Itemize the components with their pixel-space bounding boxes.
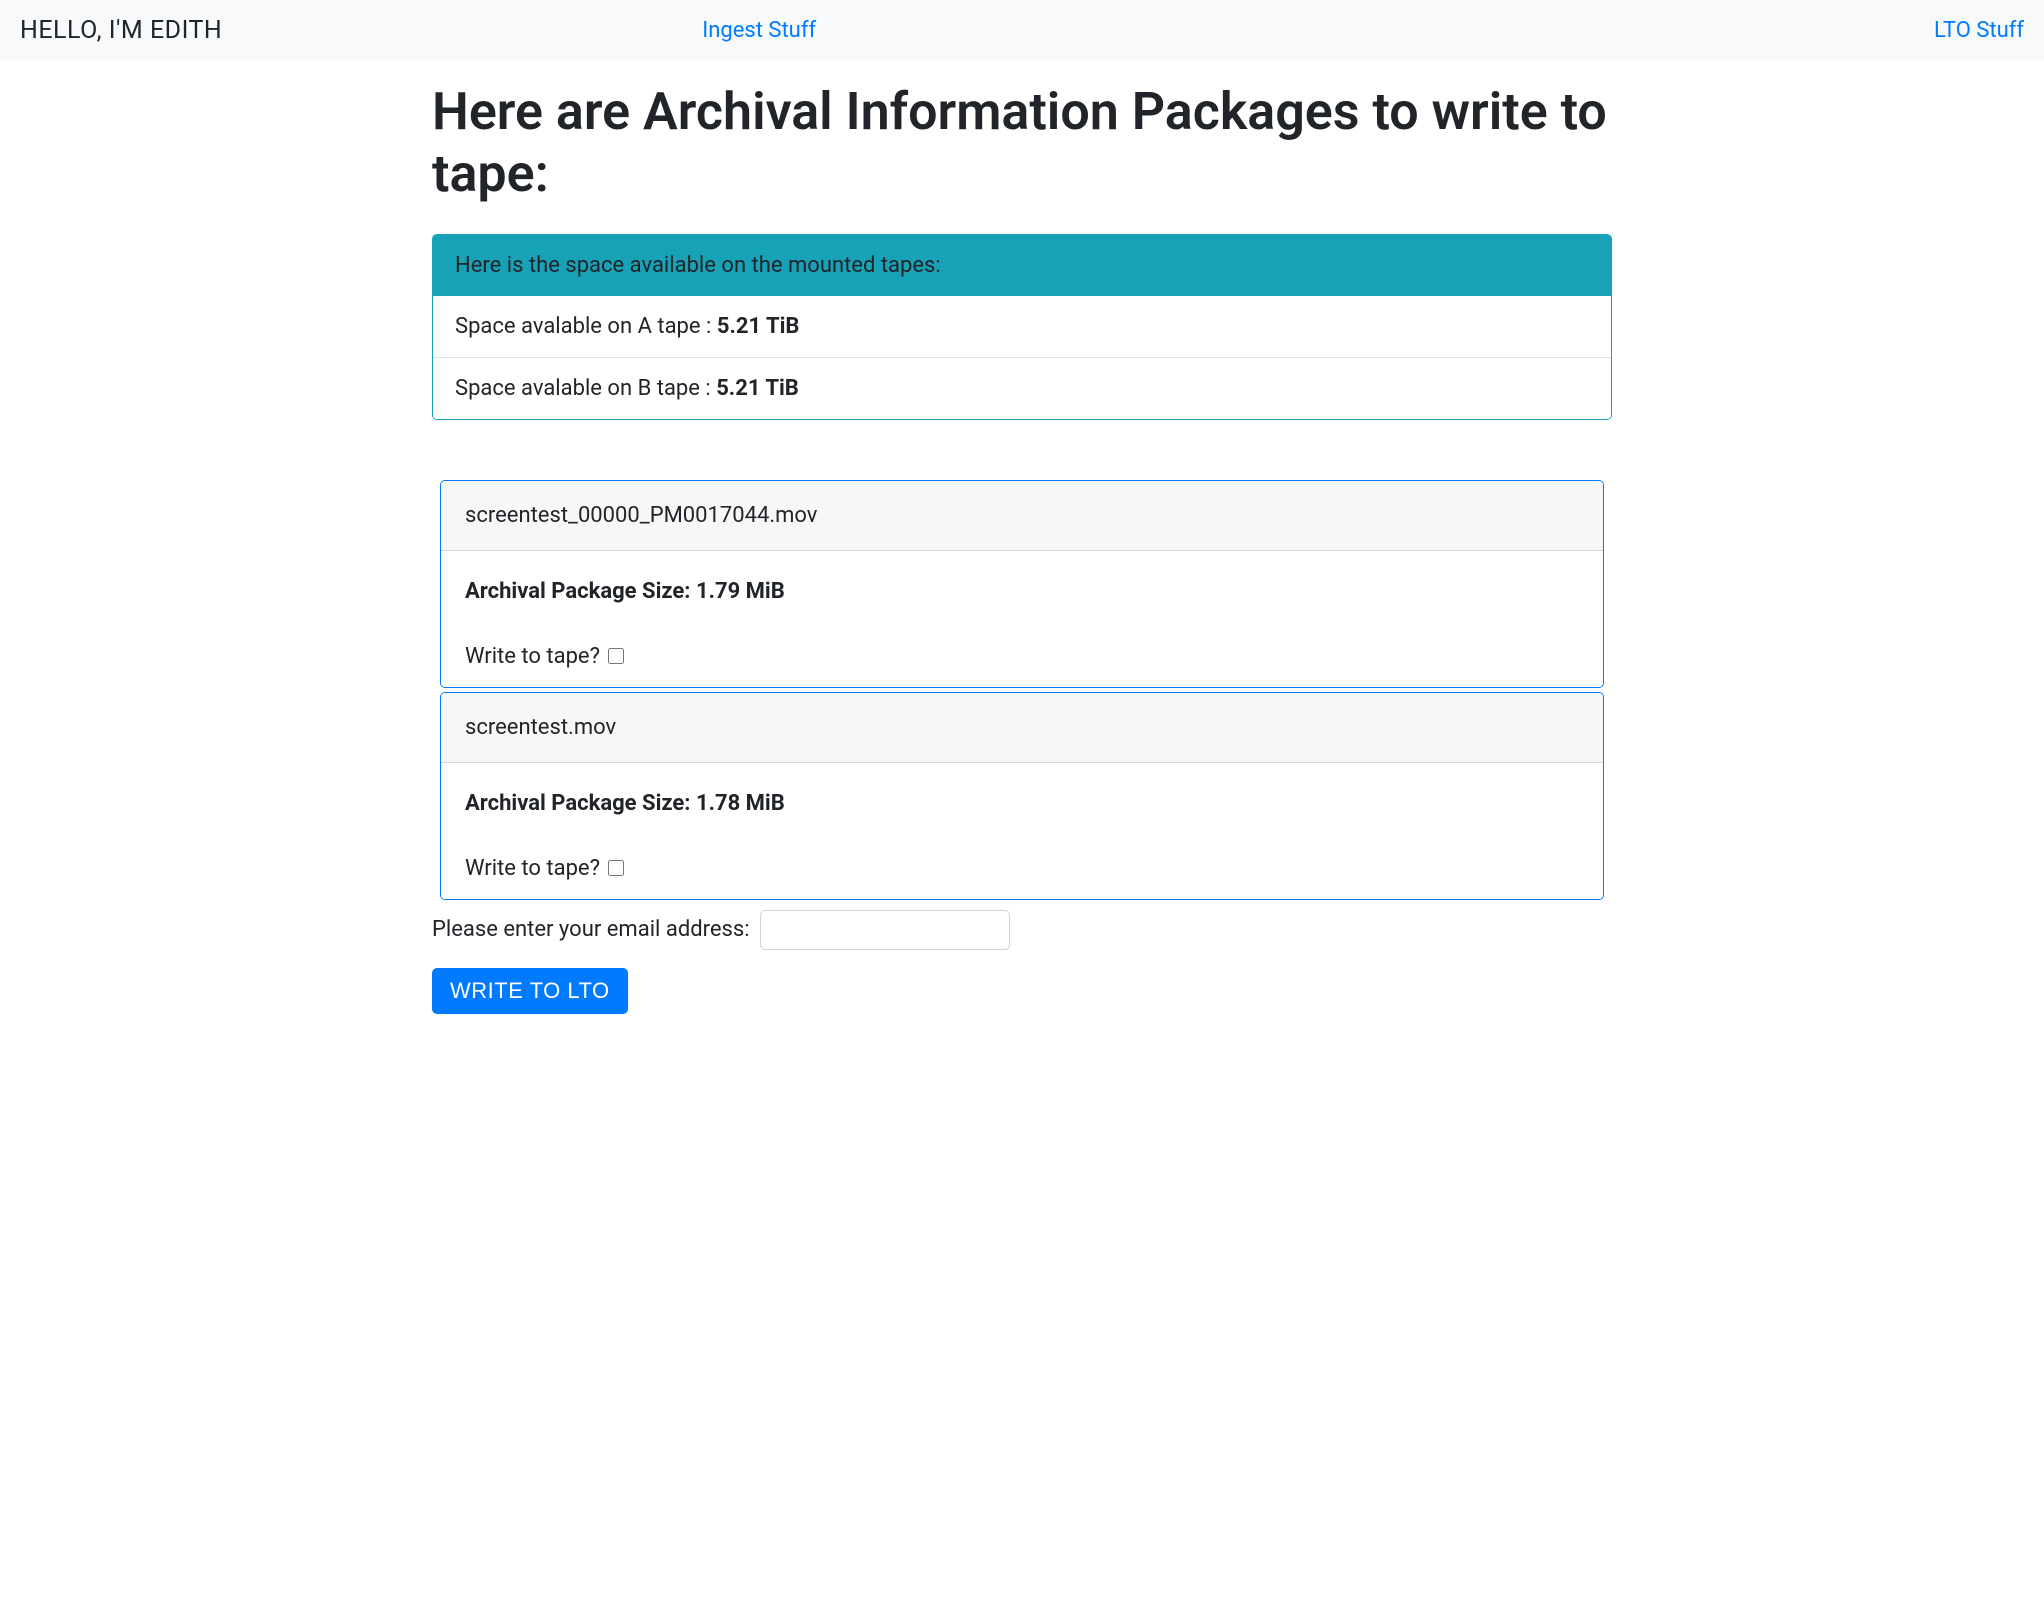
navbar: HELLO, I'M EDITH Ingest Stuff LTO Stuff <box>0 0 2044 61</box>
package-filename: screentest.mov <box>441 693 1603 763</box>
tape-b-label: Space avalable on B tape : <box>455 376 716 401</box>
tape-space-list: Space avalable on A tape : 5.21 TiB Spac… <box>433 296 1611 419</box>
package-card: screentest_00000_PM0017044.mov Archival … <box>440 480 1604 688</box>
package-size-label: Archival Package Size: 1.79 MiB <box>465 579 1579 604</box>
tape-space-header: Here is the space available on the mount… <box>433 235 1611 296</box>
package-body: Archival Package Size: 1.79 MiB Write to… <box>441 551 1603 687</box>
tape-a-label: Space avalable on A tape : <box>455 314 717 339</box>
tape-b-value: 5.21 TiB <box>716 376 799 401</box>
write-prompt-text: Write to tape? <box>465 856 600 881</box>
write-to-tape-label: Write to tape? <box>465 644 624 669</box>
nav-link-ingest[interactable]: Ingest Stuff <box>702 18 816 43</box>
write-to-tape-checkbox[interactable] <box>608 648 624 664</box>
package-filename: screentest_00000_PM0017044.mov <box>441 481 1603 551</box>
write-to-tape-checkbox[interactable] <box>608 860 624 876</box>
tape-space-card: Here is the space available on the mount… <box>432 234 1612 420</box>
email-row: Please enter your email address: <box>432 910 1612 950</box>
tape-a-value: 5.21 TiB <box>717 314 800 339</box>
navbar-links: Ingest Stuff LTO Stuff <box>702 18 2024 43</box>
email-label: Please enter your email address: <box>432 917 750 942</box>
write-to-tape-label: Write to tape? <box>465 856 624 881</box>
package-card: screentest.mov Archival Package Size: 1.… <box>440 692 1604 900</box>
main-container: Here are Archival Information Packages t… <box>432 61 1612 1034</box>
write-to-lto-button[interactable]: WRITE TO LTO <box>432 968 628 1014</box>
package-size-label: Archival Package Size: 1.78 MiB <box>465 791 1579 816</box>
nav-link-lto[interactable]: LTO Stuff <box>1934 18 2024 43</box>
tape-space-item-a: Space avalable on A tape : 5.21 TiB <box>433 296 1611 357</box>
page-title: Here are Archival Information Packages t… <box>432 81 1612 206</box>
write-prompt-text: Write to tape? <box>465 644 600 669</box>
email-input[interactable] <box>760 910 1010 950</box>
packages-list: screentest_00000_PM0017044.mov Archival … <box>432 480 1612 900</box>
brand-title: HELLO, I'M EDITH <box>20 16 222 45</box>
tape-space-item-b: Space avalable on B tape : 5.21 TiB <box>433 357 1611 419</box>
package-body: Archival Package Size: 1.78 MiB Write to… <box>441 763 1603 899</box>
